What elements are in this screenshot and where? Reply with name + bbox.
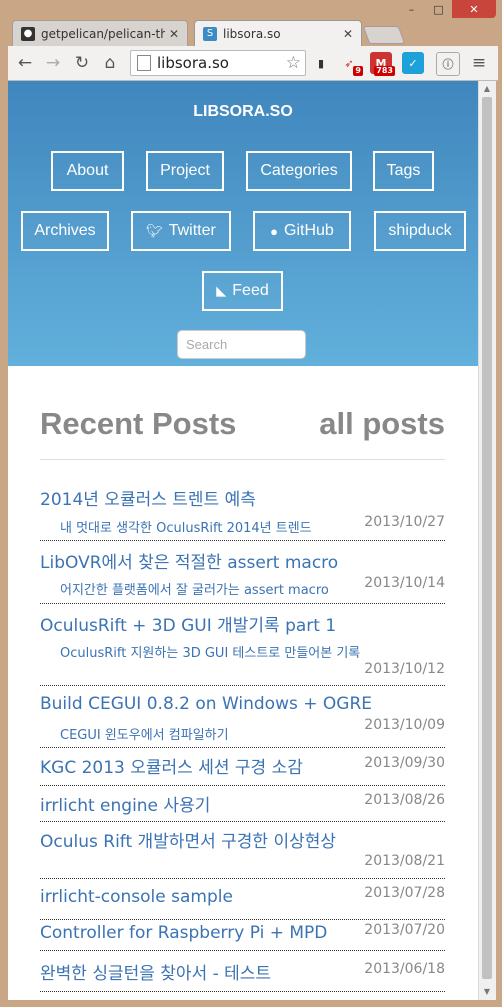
tab-github[interactable]: ● getpelican/pelican-the ✕ [12,20,188,46]
site-favicon-icon: S [203,26,217,41]
post-subtitle: CEGUI 윈도우에서 컴파일하기 [60,728,229,743]
site-title[interactable]: LIBSORA.SO [8,103,478,121]
nav-github-button[interactable]: ● GitHub [253,211,351,251]
post-date: 2013/08/26 [364,792,445,808]
close-tab-icon[interactable]: ✕ [169,27,179,41]
scroll-up-icon[interactable]: ▲ [482,84,492,94]
ext-check-icon[interactable]: ✓ [402,52,424,74]
post-title-link[interactable]: Build CEGUI 0.8.2 on Windows + OGRE [40,694,372,714]
post-item: Oculus Rift 개발하면서 구경한 이상현상 2013/08/21 [40,827,445,879]
nav-twitter-button[interactable]: 🐦︎ Twitter [131,211,231,251]
ext-shield-icon[interactable]: ⓘ [436,52,460,76]
window-controls: – □ ✕ [398,0,496,20]
tab-libsora[interactable]: S libsora.so ✕ [194,20,362,46]
scroll-down-icon[interactable]: ▼ [482,987,492,997]
post-title-link[interactable]: KGC 2013 오큘러스 세션 구경 소감 [40,753,303,778]
address-bar[interactable]: libsora.so ☆ [130,50,306,76]
post-date: 2013/09/30 [364,755,445,771]
tab-title: libsora.so [223,26,281,41]
nav-categories-button[interactable]: Categories [246,151,352,191]
post-title-link[interactable]: irrlicht engine 사용기 [40,791,210,816]
nav-feed-button[interactable]: ◣ Feed [202,271,283,311]
nav-archives-button[interactable]: Archives [21,211,109,251]
badge: 783 [374,66,395,76]
nav-label: Categories [260,162,338,179]
badge: 9 [353,66,363,76]
url-text: libsora.so [157,54,229,72]
close-window-button[interactable]: ✕ [452,0,496,18]
post-item: LibOVR에서 찾은 적절한 assert macro 어지간한 플랫폼에서 … [40,548,445,604]
ext-plug-icon[interactable]: ▮ [310,52,332,74]
close-tab-icon[interactable]: ✕ [343,27,353,41]
github-icon: ● [21,26,35,41]
back-arrow-icon[interactable]: ← [14,52,36,74]
post-subtitle: OculusRift 지원하는 3D GUI 테스트로 만들어본 기록 [60,646,361,661]
post-title-link[interactable]: irrlicht-console sample [40,887,233,907]
post-date: 2013/10/09 [364,717,445,733]
nav-label: Archives [34,222,96,239]
scroll-thumb[interactable] [482,97,492,979]
post-subtitle: 어지간한 플랫폼에서 잘 굴러가는 assert macro [60,583,329,598]
post-item: Build CEGUI 0.8.2 on Windows + OGRE CEGU… [40,694,445,748]
github-icon: ● [270,223,279,239]
post-item: OculusRift + 3D GUI 개발기록 part 1 OculusRi… [40,611,445,686]
bookmark-star-icon[interactable]: ☆ [286,53,301,73]
ext-bird-icon[interactable]: ➶ 9 [338,52,363,76]
post-title-link[interactable]: 2014년 오큘러스 트렌트 예측 [40,485,256,510]
nav-label: GitHub [284,222,334,239]
post-date: 2013/10/12 [364,661,445,677]
post-date: 2013/07/20 [364,922,445,938]
post-date: 2013/08/21 [364,853,445,869]
post-date: 2013/07/28 [364,885,445,901]
post-date: 2013/10/14 [364,575,445,591]
post-title-link[interactable]: LibOVR에서 찾은 적절한 assert macro [40,548,338,573]
nav-project-button[interactable]: Project [146,151,224,191]
all-posts-link[interactable]: all posts [319,406,445,442]
nav-label: Tags [386,162,421,179]
post-item: Controller for Raspberry Pi + MPD 2013/0… [40,922,445,951]
post-title-link[interactable]: Oculus Rift 개발하면서 구경한 이상현상 [40,827,336,852]
gmail-checker-icon[interactable]: M 783 [370,52,395,76]
post-item: KGC 2013 오큘러스 세션 구경 소감 2013/09/30 [40,753,445,786]
post-item: 2014년 오큘러스 트렌트 예측 내 멋대로 생각한 OculusRift 2… [40,485,445,541]
minimize-button[interactable]: – [398,0,425,18]
nav-shipduck-button[interactable]: shipduck [374,211,466,251]
new-tab-button[interactable] [362,26,406,44]
post-item: 완벽한 싱글턴을 찾아서 - 테스트 2013/06/18 [40,959,445,992]
maximize-button[interactable]: □ [425,0,452,18]
site-header: LIBSORA.SO About Project Categories Tags… [8,81,478,366]
post-date: 2013/06/18 [364,961,445,977]
search-input[interactable] [177,330,306,359]
nav-label: shipduck [388,222,452,239]
tab-title: getpelican/pelican-the [41,26,165,41]
forward-arrow-icon[interactable]: → [42,52,64,74]
post-title-link[interactable]: 완벽한 싱글턴을 찾아서 - 테스트 [40,959,271,984]
browser-window: – □ ✕ ● getpelican/pelican-the ✕ S libso… [0,0,502,1007]
post-title-link[interactable]: Controller for Raspberry Pi + MPD [40,923,327,943]
nav-label: Project [160,162,210,179]
nav-label: Feed [232,282,269,299]
rss-icon: ◣ [216,283,227,298]
page-icon [137,55,151,71]
nav-tags-button[interactable]: Tags [373,151,434,191]
vertical-scrollbar[interactable]: ▲ ▼ [478,81,496,1000]
nav-label: About [66,162,109,179]
browser-toolbar: ← → ↻ ⌂ libsora.so ☆ ▮ ➶ 9 M 783 ✓ ⓘ ≡ [8,46,498,81]
post-title-link[interactable]: OculusRift + 3D GUI 개발기록 part 1 [40,611,336,636]
reload-icon[interactable]: ↻ [71,52,93,74]
twitter-icon: 🐦︎ [146,223,163,238]
post-subtitle: 내 멋대로 생각한 OculusRift 2014년 트렌드 [60,521,312,536]
page-viewport: LIBSORA.SO About Project Categories Tags… [8,81,478,1000]
home-icon[interactable]: ⌂ [99,52,121,74]
nav-label: Twitter [168,222,216,239]
recent-posts-heading: Recent Posts [40,406,237,441]
post-date: 2013/10/27 [364,514,445,530]
post-item: irrlicht engine 사용기 2013/08/26 [40,791,445,822]
nav-about-button[interactable]: About [51,151,124,191]
post-item: irrlicht-console sample 2013/07/28 [40,885,445,920]
divider [40,459,445,460]
tab-strip: ● getpelican/pelican-the ✕ S libsora.so … [8,20,498,46]
menu-hamburger-icon[interactable]: ≡ [468,52,490,74]
